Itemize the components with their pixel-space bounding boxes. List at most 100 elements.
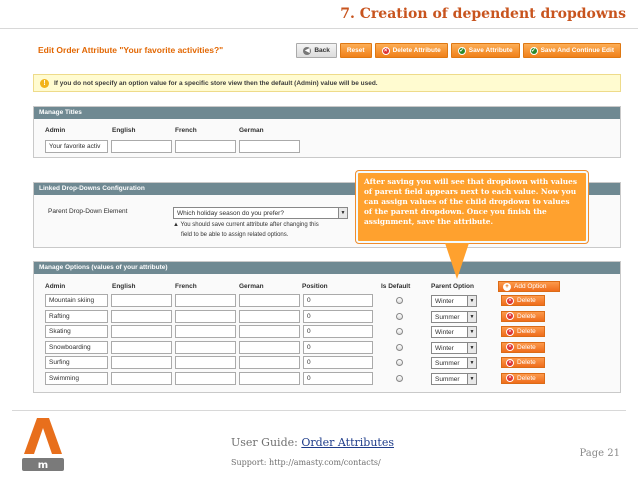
delete-x-icon: × <box>506 327 514 336</box>
option-default-radio[interactable] <box>396 328 403 335</box>
option-default-radio[interactable] <box>396 374 403 382</box>
option-french-input[interactable] <box>175 294 236 307</box>
manage-options-heading: Manage Options (values of your attribute… <box>34 262 620 274</box>
chevron-down-icon: ▼ <box>467 311 476 322</box>
option-default-radio[interactable] <box>396 312 403 320</box>
option-delete-button[interactable]: × Delete <box>501 357 545 368</box>
option-admin-input[interactable]: Surfing <box>45 356 108 369</box>
option-delete-label: Delete <box>517 328 536 335</box>
option-admin-input[interactable]: Swimming <box>45 371 108 385</box>
option-parent-select[interactable]: Winter ▼ <box>431 295 477 307</box>
option-default-radio[interactable] <box>396 297 403 304</box>
option-position-input[interactable]: 0 <box>303 309 373 323</box>
page-number: Page 21 <box>579 448 620 459</box>
delete-x-icon: × <box>506 312 514 320</box>
header-divider <box>0 28 638 29</box>
option-delete-button[interactable]: × Delete <box>501 341 545 353</box>
footer-divider <box>12 410 626 411</box>
add-option-button[interactable]: + Add Option <box>498 281 560 292</box>
user-guide-line: User Guide: Order Attributes <box>231 436 394 449</box>
svg-text:m: m <box>38 460 48 471</box>
option-position-input[interactable]: 0 <box>303 294 373 307</box>
reset-button-label: Reset <box>346 47 365 54</box>
option-admin-input[interactable]: Mountain skiing <box>45 294 108 307</box>
option-german-input[interactable] <box>239 309 300 323</box>
option-position-input[interactable]: 0 <box>303 371 373 385</box>
option-admin-input[interactable]: Skating <box>45 325 108 338</box>
option-parent-select[interactable]: Winter ▼ <box>431 341 477 354</box>
opt-col-german: German <box>239 283 264 290</box>
title-german-input[interactable] <box>239 140 300 153</box>
title-english-input[interactable] <box>111 140 172 153</box>
option-english-input[interactable] <box>111 309 172 323</box>
option-delete-button[interactable]: × Delete <box>501 372 545 384</box>
option-german-input[interactable] <box>239 340 300 354</box>
manage-options-section: Manage Options (values of your attribute… <box>33 261 621 393</box>
option-position-input[interactable]: 0 <box>303 340 373 354</box>
warning-icon: ! <box>40 78 49 88</box>
option-parent-select[interactable]: Summer ▼ <box>431 357 477 369</box>
option-default-radio[interactable] <box>396 359 403 366</box>
option-delete-button[interactable]: × Delete <box>501 295 545 306</box>
back-button-label: Back <box>314 47 330 54</box>
delete-x-icon: × <box>381 46 390 55</box>
manage-titles-heading: Manage Titles <box>34 107 620 119</box>
option-delete-label: Delete <box>517 312 536 320</box>
save-attribute-button[interactable]: ✓ Save Attribute <box>450 43 520 58</box>
option-parent-select[interactable]: Summer ▼ <box>431 372 477 385</box>
option-parent-value: Winter <box>435 329 454 336</box>
option-german-input[interactable] <box>239 325 300 338</box>
manage-titles-section: Manage Titles Admin English French Germa… <box>33 106 621 158</box>
order-attributes-link[interactable]: Order Attributes <box>301 436 394 449</box>
opt-col-french: French <box>175 283 197 290</box>
option-parent-value: Summer <box>435 360 460 367</box>
opt-col-admin: Admin <box>45 283 66 290</box>
option-german-input[interactable] <box>239 294 300 307</box>
option-english-input[interactable] <box>111 371 172 385</box>
option-french-input[interactable] <box>175 371 236 385</box>
title-col-german: German <box>239 127 264 134</box>
option-default-radio[interactable] <box>396 343 403 351</box>
opt-col-is-default: Is Default <box>381 283 411 290</box>
option-delete-button[interactable]: × Delete <box>501 326 545 337</box>
option-admin-input[interactable]: Snowboarding <box>45 340 108 354</box>
parent-dropdown-label: Parent Drop-Down Element <box>48 208 128 215</box>
option-delete-label: Delete <box>517 374 536 382</box>
option-english-input[interactable] <box>111 356 172 369</box>
parent-dropdown-note: ▲ You should save current attribute afte… <box>173 220 319 240</box>
option-french-input[interactable] <box>175 340 236 354</box>
save-and-continue-button[interactable]: ✓ Save And Continue Edit <box>522 43 621 58</box>
option-delete-button[interactable]: × Delete <box>501 310 545 322</box>
option-position-input[interactable]: 0 <box>303 356 373 369</box>
option-parent-select[interactable]: Winter ▼ <box>431 326 477 338</box>
back-button[interactable]: ◀ Back <box>296 43 337 58</box>
title-admin-input[interactable]: Your favorite activ <box>45 140 108 153</box>
option-german-input[interactable] <box>239 371 300 385</box>
option-position-input[interactable]: 0 <box>303 325 373 338</box>
title-french-input[interactable] <box>175 140 236 153</box>
option-french-input[interactable] <box>175 309 236 323</box>
reset-button[interactable]: Reset <box>339 43 372 58</box>
parent-dropdown-select[interactable]: Which holiday season do you prefer? ▼ <box>173 207 348 219</box>
option-parent-select[interactable]: Summer ▼ <box>431 310 477 323</box>
delete-attribute-label: Delete Attribute <box>392 47 441 54</box>
delete-attribute-button[interactable]: × Delete Attribute <box>374 43 448 58</box>
note-line-2: field to be able to assign related optio… <box>173 230 319 240</box>
option-english-input[interactable] <box>111 340 172 354</box>
option-french-input[interactable] <box>175 356 236 369</box>
notice-text: If you do not specify an option value fo… <box>54 79 378 87</box>
chevron-down-icon: ▼ <box>338 208 347 218</box>
delete-x-icon: × <box>506 358 514 367</box>
delete-x-icon: × <box>506 296 514 305</box>
opt-col-parent: Parent Option <box>431 283 474 290</box>
default-value-notice: ! If you do not specify an option value … <box>33 74 621 92</box>
option-french-input[interactable] <box>175 325 236 338</box>
option-german-input[interactable] <box>239 356 300 369</box>
callout-pointer <box>445 243 469 279</box>
option-english-input[interactable] <box>111 325 172 338</box>
option-english-input[interactable] <box>111 294 172 307</box>
option-admin-input[interactable]: Rafting <box>45 309 108 323</box>
parent-dropdown-value: Which holiday season do you prefer? <box>177 210 284 217</box>
note-line-2-text: field to be able to assign related optio… <box>181 232 289 238</box>
amasty-logo: m <box>22 418 64 471</box>
